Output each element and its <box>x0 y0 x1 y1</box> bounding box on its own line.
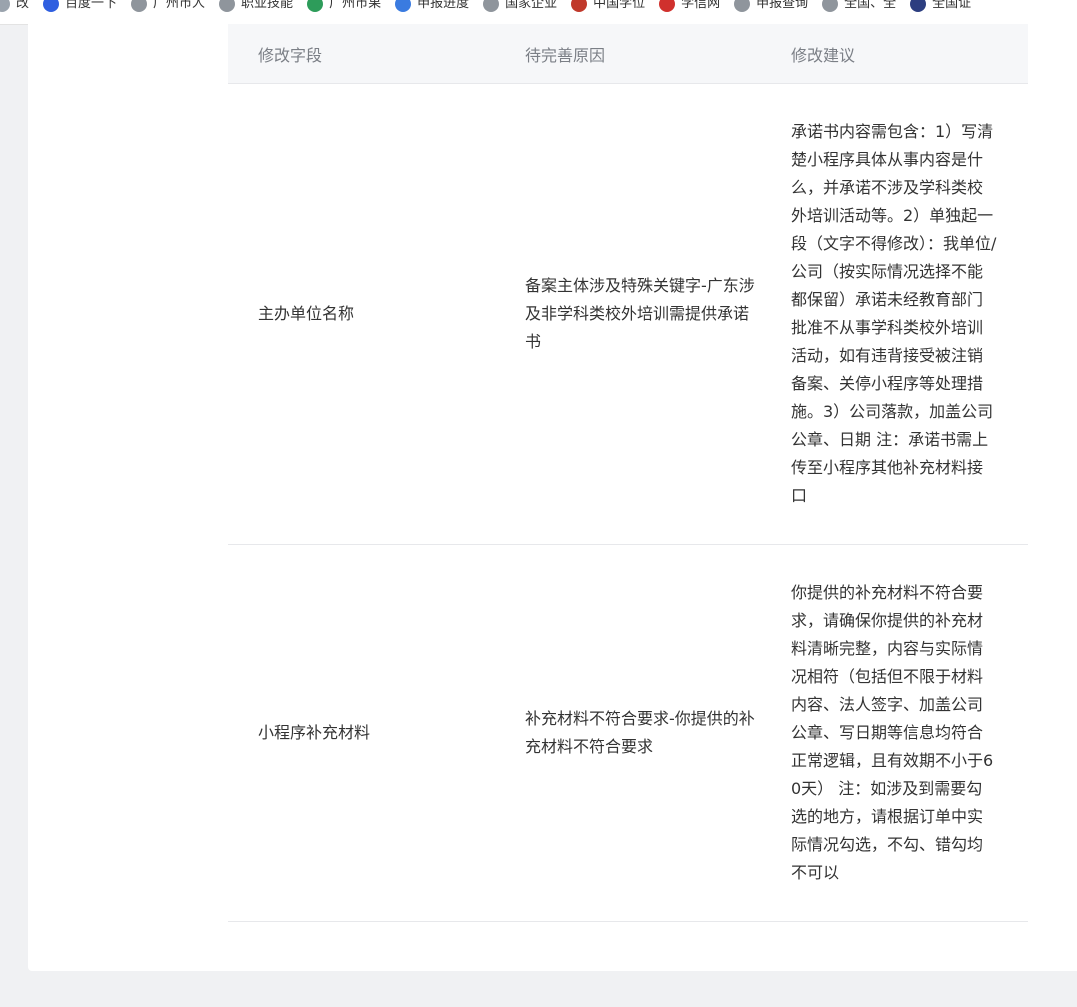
bookmark-1[interactable]: 百度一下 <box>43 0 117 16</box>
table-header: 修改字段 待完善原因 修改建议 <box>228 24 1028 84</box>
bookmarks-list: 改 百度一下 广州市人 职业技能 广州市果 申报进度 国家企业 中国学位 学信网… <box>0 0 985 16</box>
globe-icon <box>219 0 236 12</box>
cell-field: 主办单位名称 <box>258 304 355 323</box>
table-row: 小程序补充材料 补充材料不符合要求-你提供的补充材料不符合要求 你提供的补充材料… <box>228 545 1028 922</box>
globe-icon <box>734 0 751 12</box>
bookmark-8[interactable]: 学信网 <box>659 0 720 16</box>
bookmark-5[interactable]: 申报进度 <box>395 0 469 16</box>
bookmark-9[interactable]: 申报查询 <box>734 0 808 16</box>
bookmark-0[interactable]: 改 <box>0 0 29 16</box>
bookmark-6[interactable]: 国家企业 <box>483 0 557 16</box>
snowflake-icon <box>395 0 412 12</box>
revision-table: 修改字段 待完善原因 修改建议 主办单位名称 备案主体涉及特殊关键字-广东涉及非… <box>228 24 1028 922</box>
gov-emblem-icon <box>307 0 324 12</box>
header-field: 修改字段 <box>258 45 323 65</box>
cell-reason: 补充材料不符合要求-你提供的补充材料不符合要求 <box>525 709 755 756</box>
bookmarks-bar: 改 百度一下 广州市人 职业技能 广州市果 申报进度 国家企业 中国学位 学信网… <box>0 0 1077 25</box>
globe-icon <box>131 0 148 12</box>
bookmark-11[interactable]: 全国证 <box>910 0 971 16</box>
book-icon <box>571 0 588 12</box>
table-row: 主办单位名称 备案主体涉及特殊关键字-广东涉及非学科类校外培训需提供承诺书 承诺… <box>228 84 1028 545</box>
bookmark-2[interactable]: 广州市人 <box>131 0 205 16</box>
bookmark-3[interactable]: 职业技能 <box>219 0 293 16</box>
baidu-paw-icon <box>43 0 60 12</box>
chsi-icon <box>659 0 676 12</box>
seal-icon <box>910 0 927 12</box>
cell-suggestion: 你提供的补充材料不符合要求，请确保你提供的补充材料清晰完整，内容与实际情况相符（… <box>791 583 994 882</box>
cell-suggestion: 承诺书内容需包含：1）写清楚小程序具体从事内容是什么，并承诺不涉及学科类校外培训… <box>791 122 997 505</box>
header-suggestion: 修改建议 <box>791 45 856 65</box>
bookmark-icon <box>0 0 10 12</box>
globe-icon <box>822 0 839 12</box>
bookmark-7[interactable]: 中国学位 <box>571 0 645 16</box>
header-reason: 待完善原因 <box>525 45 606 65</box>
bookmark-10[interactable]: 全国、全 <box>822 0 896 16</box>
cell-field: 小程序补充材料 <box>258 723 371 742</box>
content-panel: 修改字段 待完善原因 修改建议 主办单位名称 备案主体涉及特殊关键字-广东涉及非… <box>28 24 1077 971</box>
bookmark-4[interactable]: 广州市果 <box>307 0 381 16</box>
globe-icon <box>483 0 500 12</box>
cell-reason: 备案主体涉及特殊关键字-广东涉及非学科类校外培训需提供承诺书 <box>525 276 755 351</box>
